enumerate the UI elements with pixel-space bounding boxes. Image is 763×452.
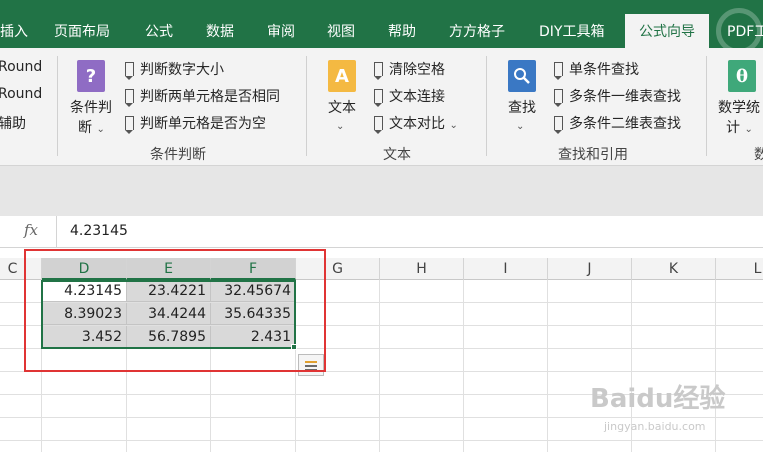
- lookup-item-single[interactable]: 单条件查找: [554, 59, 639, 80]
- cell-e3[interactable]: 56.7895: [127, 326, 211, 348]
- row-gridline: [0, 371, 763, 372]
- formula-bar-divider: [56, 216, 57, 248]
- column-header-e[interactable]: E: [127, 258, 211, 280]
- math-icon: θ: [728, 60, 756, 92]
- group-separator: [486, 56, 487, 156]
- column-header-d[interactable]: D: [42, 258, 127, 280]
- helper-item[interactable]: 辅助: [0, 113, 26, 133]
- watermark-logo: Baidu经验: [590, 384, 726, 414]
- ribbon-tab-bar: 插入 页面布局 公式 数据 审阅 视图 帮助 方方格子 DIY工具箱 公式向导 …: [0, 0, 763, 54]
- tab-fangfang[interactable]: 方方格子: [449, 18, 505, 48]
- condition-button-line2[interactable]: 断 ⌄: [78, 117, 105, 137]
- fill-handle[interactable]: [291, 344, 297, 350]
- text-item-concat[interactable]: 文本连接: [374, 86, 445, 107]
- condition-button-line1[interactable]: 条件判: [70, 97, 112, 117]
- condition-item-compare-number[interactable]: 判断数字大小: [125, 59, 224, 80]
- text-group-label: 文本: [383, 147, 411, 163]
- tab-formula-wizard[interactable]: 公式向导: [625, 14, 709, 48]
- cell-f3[interactable]: 2.431: [211, 326, 296, 348]
- column-header-g[interactable]: G: [296, 258, 380, 280]
- bookmark-icon: [125, 89, 134, 107]
- tab-page-layout[interactable]: 页面布局: [54, 18, 110, 48]
- round-item-1[interactable]: Round: [0, 59, 42, 75]
- tab-help[interactable]: 帮助: [388, 18, 416, 48]
- quick-analysis-icon-line: [305, 365, 317, 367]
- chevron-down-icon: ⌄: [336, 121, 345, 132]
- round-item-2[interactable]: Round: [0, 86, 42, 102]
- column-header-l[interactable]: L: [716, 258, 763, 280]
- quick-analysis-button[interactable]: [298, 354, 324, 376]
- condition-icon: ?: [77, 60, 105, 92]
- text-button[interactable]: 文本: [328, 97, 356, 117]
- math-button-line2[interactable]: 计 ⌄: [726, 117, 753, 137]
- tab-insert[interactable]: 插入: [0, 18, 28, 48]
- cell-e1[interactable]: 23.4221: [127, 280, 211, 302]
- bookmark-icon: [125, 62, 134, 80]
- bookmark-icon: [374, 89, 383, 107]
- tab-formulas[interactable]: 公式: [145, 18, 173, 48]
- tab-pdf[interactable]: PDF工: [727, 18, 763, 48]
- watermark-url: jingyan.baidu.com: [604, 420, 706, 433]
- column-header-i[interactable]: I: [464, 258, 548, 280]
- formula-bar: fx 4.23145: [0, 216, 763, 248]
- column-header-row: C D E F G H I J K L: [0, 258, 763, 280]
- cell-f1[interactable]: 32.45674: [211, 280, 296, 302]
- cell-d1[interactable]: 4.23145: [42, 280, 127, 302]
- condition-item-compare-cells[interactable]: 判断两单元格是否相同: [125, 86, 280, 107]
- chevron-down-icon: ⌄: [744, 124, 753, 135]
- quick-analysis-icon-line: [305, 369, 317, 371]
- column-header-k[interactable]: K: [632, 258, 716, 280]
- column-gridline: [547, 280, 548, 452]
- fx-icon[interactable]: fx: [24, 221, 38, 239]
- condition-item-is-empty[interactable]: 判断单元格是否为空: [125, 113, 266, 134]
- column-gridline: [463, 280, 464, 452]
- column-header-h[interactable]: H: [380, 258, 464, 280]
- search-icon: [508, 60, 536, 92]
- tab-review[interactable]: 审阅: [267, 18, 295, 48]
- column-gridline: [379, 280, 380, 452]
- math-group-label: 数: [754, 147, 763, 163]
- formula-input[interactable]: 4.23145: [70, 223, 128, 239]
- text-item-trim[interactable]: 清除空格: [374, 59, 445, 80]
- lookup-item-multi-1d[interactable]: 多条件一维表查找: [554, 86, 681, 107]
- bookmark-icon: [374, 62, 383, 80]
- lookup-button-dropdown[interactable]: ⌄: [516, 117, 524, 133]
- ribbon-gap: [0, 166, 763, 216]
- chevron-down-icon: ⌄: [449, 120, 458, 131]
- chevron-down-icon: ⌄: [96, 124, 105, 135]
- column-header-j[interactable]: J: [548, 258, 632, 280]
- quick-analysis-icon: [305, 361, 317, 363]
- tab-diy-toolbox[interactable]: DIY工具箱: [539, 18, 604, 48]
- bookmark-icon: [554, 116, 563, 134]
- condition-group-label: 条件判断: [150, 147, 206, 163]
- lookup-group-label: 查找和引用: [558, 147, 628, 163]
- tab-data[interactable]: 数据: [206, 18, 234, 48]
- bookmark-icon: [554, 62, 563, 80]
- cell-d2[interactable]: 8.39023: [42, 303, 127, 325]
- group-separator: [306, 56, 307, 156]
- text-icon: A: [328, 60, 356, 92]
- tab-view[interactable]: 视图: [327, 18, 355, 48]
- row-gridline: [0, 348, 763, 349]
- cell-e2[interactable]: 34.4244: [127, 303, 211, 325]
- cell-d3[interactable]: 3.452: [42, 326, 127, 348]
- column-header-f[interactable]: F: [211, 258, 296, 280]
- column-header-c[interactable]: C: [0, 258, 42, 280]
- bookmark-icon: [125, 116, 134, 134]
- text-item-compare[interactable]: 文本对比 ⌄: [374, 113, 458, 134]
- math-button-line1[interactable]: 数学统: [718, 97, 760, 117]
- lookup-item-multi-2d[interactable]: 多条件二维表查找: [554, 113, 681, 134]
- lookup-button[interactable]: 查找: [508, 97, 536, 117]
- group-separator: [57, 56, 58, 156]
- ribbon-body: Round Round 辅助 ? 条件判 断 ⌄ 判断数字大小 判断两单元格是否…: [0, 48, 763, 166]
- group-separator: [706, 56, 707, 156]
- bookmark-icon: [554, 89, 563, 107]
- cell-f2[interactable]: 35.64335: [211, 303, 296, 325]
- bookmark-icon: [374, 116, 383, 134]
- chevron-down-icon: ⌄: [516, 121, 525, 132]
- text-button-dropdown[interactable]: ⌄: [336, 117, 344, 133]
